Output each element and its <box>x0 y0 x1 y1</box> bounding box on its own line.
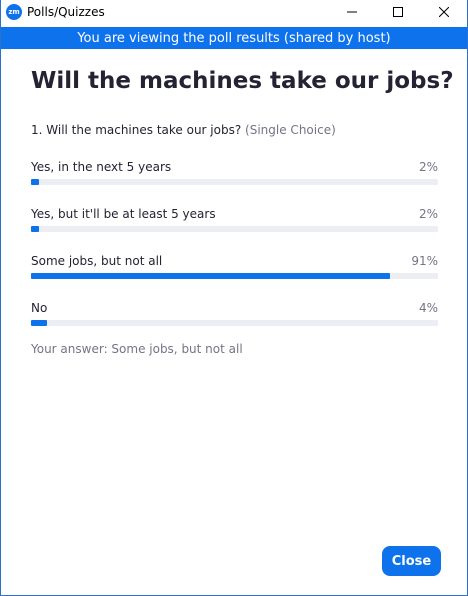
close-window-button[interactable] <box>421 0 467 24</box>
poll-option: Some jobs, but not all 91% <box>31 254 438 284</box>
result-bar-track <box>31 179 438 185</box>
poll-option: Yes, in the next 5 years 2% <box>31 160 438 190</box>
poll-option: Yes, but it'll be at least 5 years 2% <box>31 207 438 237</box>
result-bar-fill <box>31 273 390 279</box>
option-label: No <box>31 301 48 315</box>
minimize-button[interactable] <box>329 0 375 24</box>
zoom-app-icon: zm <box>6 4 22 20</box>
close-icon <box>439 7 449 17</box>
result-bar-track <box>31 273 438 279</box>
option-percent: 91% <box>411 254 438 268</box>
title-bar[interactable]: zm Polls/Quizzes <box>1 0 467 24</box>
result-bar-fill <box>31 226 39 232</box>
maximize-icon <box>393 7 403 17</box>
result-bar-track <box>31 320 438 326</box>
results-banner: You are viewing the poll results (shared… <box>1 27 467 49</box>
option-label: Yes, but it'll be at least 5 years <box>31 207 216 221</box>
close-button[interactable]: Close <box>382 546 441 576</box>
option-label: Yes, in the next 5 years <box>31 160 172 174</box>
banner-text: You are viewing the poll results (shared… <box>77 30 391 46</box>
question-text: 1. Will the machines take our jobs? (Sin… <box>31 123 336 137</box>
option-label: Some jobs, but not all <box>31 254 163 268</box>
question-label: 1. Will the machines take our jobs? <box>31 123 242 137</box>
window-title: Polls/Quizzes <box>27 5 105 19</box>
your-answer-text: Your answer: Some jobs, but not all <box>31 342 243 356</box>
maximize-button[interactable] <box>375 0 421 24</box>
polls-window: zm Polls/Quizzes You are viewing the pol… <box>0 0 468 596</box>
result-bar-fill <box>31 320 47 326</box>
option-percent: 2% <box>418 207 438 221</box>
window-controls <box>329 0 467 24</box>
question-type: (Single Choice) <box>245 123 336 137</box>
poll-title: Will the machines take our jobs? <box>31 68 454 94</box>
result-bar-fill <box>31 179 39 185</box>
result-bar-track <box>31 226 438 232</box>
poll-option: No 4% <box>31 301 438 331</box>
option-percent: 4% <box>418 301 438 315</box>
option-percent: 2% <box>418 160 438 174</box>
minimize-icon <box>347 11 357 13</box>
